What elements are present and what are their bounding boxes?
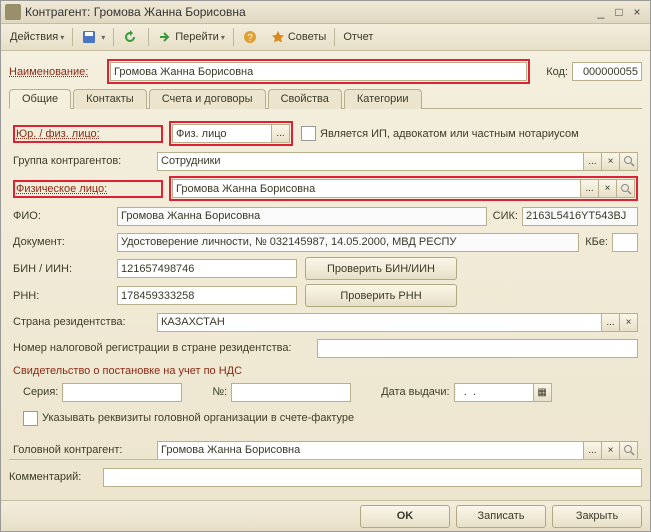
physical-input[interactable] — [172, 179, 581, 198]
taxnum-input[interactable] — [317, 339, 638, 358]
tab-accounts[interactable]: Счета и договоры — [149, 89, 266, 109]
headorg-checkbox[interactable] — [23, 411, 38, 426]
headorg-input[interactable] — [157, 441, 584, 460]
series-label: Серия: — [23, 386, 58, 398]
nds-section-title: Свидетельство о постановке на учет по НД… — [13, 365, 638, 377]
toolbar: Действия▾ ▾ Перейти▾ ? Советы Отчет — [1, 24, 650, 51]
bin-label: БИН / ИИН: — [13, 263, 113, 275]
headorg-open-button[interactable] — [620, 441, 638, 460]
fio-input — [117, 207, 487, 226]
is-ip-label: Является ИП, адвокатом или частным нотар… — [320, 128, 579, 140]
headorg-select-button[interactable]: ... — [584, 441, 602, 460]
tab-contacts[interactable]: Контакты — [73, 89, 147, 109]
group-select-button[interactable]: ... — [584, 152, 602, 171]
comment-label: Комментарий: — [9, 471, 99, 483]
ok-button[interactable]: OK — [360, 505, 450, 528]
group-clear-button[interactable]: × — [602, 152, 620, 171]
help-icon[interactable]: ? — [237, 27, 265, 47]
sik-label: СИК: — [493, 210, 518, 222]
app-icon — [5, 4, 21, 20]
date-picker-button[interactable]: ▦ — [534, 383, 552, 402]
window-title: Контрагент: Громова Жанна Борисовна — [25, 5, 592, 19]
country-clear-button[interactable]: × — [620, 313, 638, 332]
fio-label: ФИО: — [13, 210, 113, 222]
headorg-clear-button[interactable]: × — [602, 441, 620, 460]
group-label: Группа контрагентов: — [13, 155, 153, 167]
doc-input — [117, 233, 579, 252]
country-label: Страна резидентства: — [13, 316, 153, 328]
tab-general[interactable]: Общие — [9, 89, 71, 109]
physical-select-button[interactable]: ... — [581, 179, 599, 198]
kbe-label: КБе: — [585, 236, 608, 248]
taxnum-label: Номер налоговой регистрации в стране рез… — [13, 342, 313, 354]
doc-label: Документ: — [13, 236, 113, 248]
comment-input[interactable] — [103, 468, 642, 487]
series-input[interactable] — [62, 383, 182, 402]
physical-clear-button[interactable]: × — [599, 179, 617, 198]
group-open-button[interactable] — [620, 152, 638, 171]
close-button-footer[interactable]: Закрыть — [552, 505, 642, 528]
country-select-button[interactable]: ... — [602, 313, 620, 332]
check-bin-button[interactable]: Проверить БИН/ИИН — [305, 257, 457, 280]
save-icon[interactable]: ▾ — [76, 27, 110, 47]
group-input[interactable] — [157, 152, 584, 171]
svg-text:?: ? — [247, 33, 253, 44]
minimize-button[interactable]: _ — [592, 4, 610, 20]
refresh-icon[interactable] — [117, 27, 145, 47]
num-input[interactable] — [231, 383, 351, 402]
tabs: Общие Контакты Счета и договоры Свойства… — [9, 88, 642, 109]
sik-input — [522, 207, 638, 226]
jur-select-button[interactable]: ... — [272, 124, 290, 143]
titlebar: Контрагент: Громова Жанна Борисовна _ □ … — [1, 1, 650, 24]
num-label: №: — [212, 386, 227, 398]
report-button[interactable]: Отчет — [338, 29, 378, 45]
save-button[interactable]: Записать — [456, 505, 546, 528]
jur-input[interactable] — [172, 124, 272, 143]
date-input[interactable] — [454, 383, 534, 402]
tab-categories[interactable]: Категории — [344, 89, 422, 109]
country-input[interactable] — [157, 313, 602, 332]
headorg-chk-label: Указывать реквизиты головной организации… — [42, 412, 354, 424]
check-rnn-button[interactable]: Проверить РНН — [305, 284, 457, 307]
physical-label: Физическое лицо: — [16, 183, 152, 195]
footer: OK Записать Закрыть — [1, 500, 650, 531]
rnn-label: РНН: — [13, 290, 113, 302]
kbe-input[interactable] — [612, 233, 638, 252]
tab-properties[interactable]: Свойства — [268, 89, 342, 109]
rnn-input[interactable] — [117, 286, 297, 305]
code-input[interactable] — [572, 62, 642, 81]
is-ip-checkbox[interactable] — [301, 126, 316, 141]
close-button[interactable]: × — [628, 4, 646, 20]
headorg-label: Головной контрагент: — [13, 444, 153, 456]
bin-input[interactable] — [117, 259, 297, 278]
goto-menu[interactable]: Перейти▾ — [152, 27, 230, 47]
code-label: Код: — [546, 66, 568, 78]
name-input[interactable] — [110, 62, 527, 81]
actions-menu[interactable]: Действия▾ — [5, 29, 69, 45]
maximize-button[interactable]: □ — [610, 4, 628, 20]
physical-open-button[interactable] — [617, 179, 635, 198]
date-label: Дата выдачи: — [381, 386, 449, 398]
name-label: Наименование: — [9, 66, 103, 78]
jur-label: Юр. / физ. лицо: — [16, 128, 152, 140]
advice-button[interactable]: Советы — [265, 27, 331, 47]
